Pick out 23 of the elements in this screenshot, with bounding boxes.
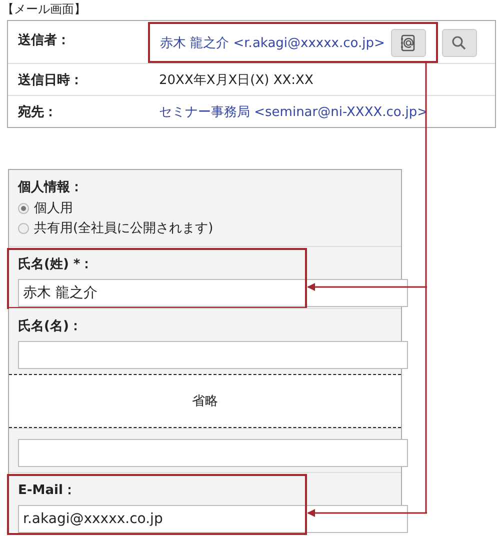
search-button[interactable] xyxy=(442,29,477,57)
radio-label: 個人用 xyxy=(34,200,73,217)
address-book-button[interactable] xyxy=(390,28,426,56)
field-label: E-Mail： xyxy=(18,482,77,500)
field-label: 氏名(姓) *： xyxy=(18,256,94,274)
radio-button[interactable] xyxy=(18,222,29,234)
input-field[interactable]: 赤木 龍之介 xyxy=(18,279,408,307)
caption: 【メール画面】 xyxy=(1,1,87,18)
omitted-note: 省略 xyxy=(192,393,218,410)
search-icon xyxy=(451,35,468,51)
input-field[interactable] xyxy=(18,341,408,369)
email-link[interactable]: 赤木 龍之介 <r.akagi@xxxxx.co.jp> xyxy=(160,34,385,52)
field-label: 個人情報： xyxy=(18,179,84,197)
field-label: 宛先： xyxy=(16,104,58,120)
field-label: 送信日時： xyxy=(17,72,84,88)
address-book-icon xyxy=(399,34,418,52)
radio-label: 共有用(全社員に公開されます) xyxy=(34,220,214,237)
sent-date: 20XX年X月X日(X) XX:XX xyxy=(159,72,314,88)
input-field[interactable] xyxy=(18,439,408,467)
field-label: 送信者： xyxy=(17,32,71,50)
radio-button[interactable] xyxy=(18,202,29,214)
field-label: 氏名(名)： xyxy=(18,318,83,336)
input-field[interactable]: r.akagi@xxxxx.co.jp xyxy=(18,505,408,533)
